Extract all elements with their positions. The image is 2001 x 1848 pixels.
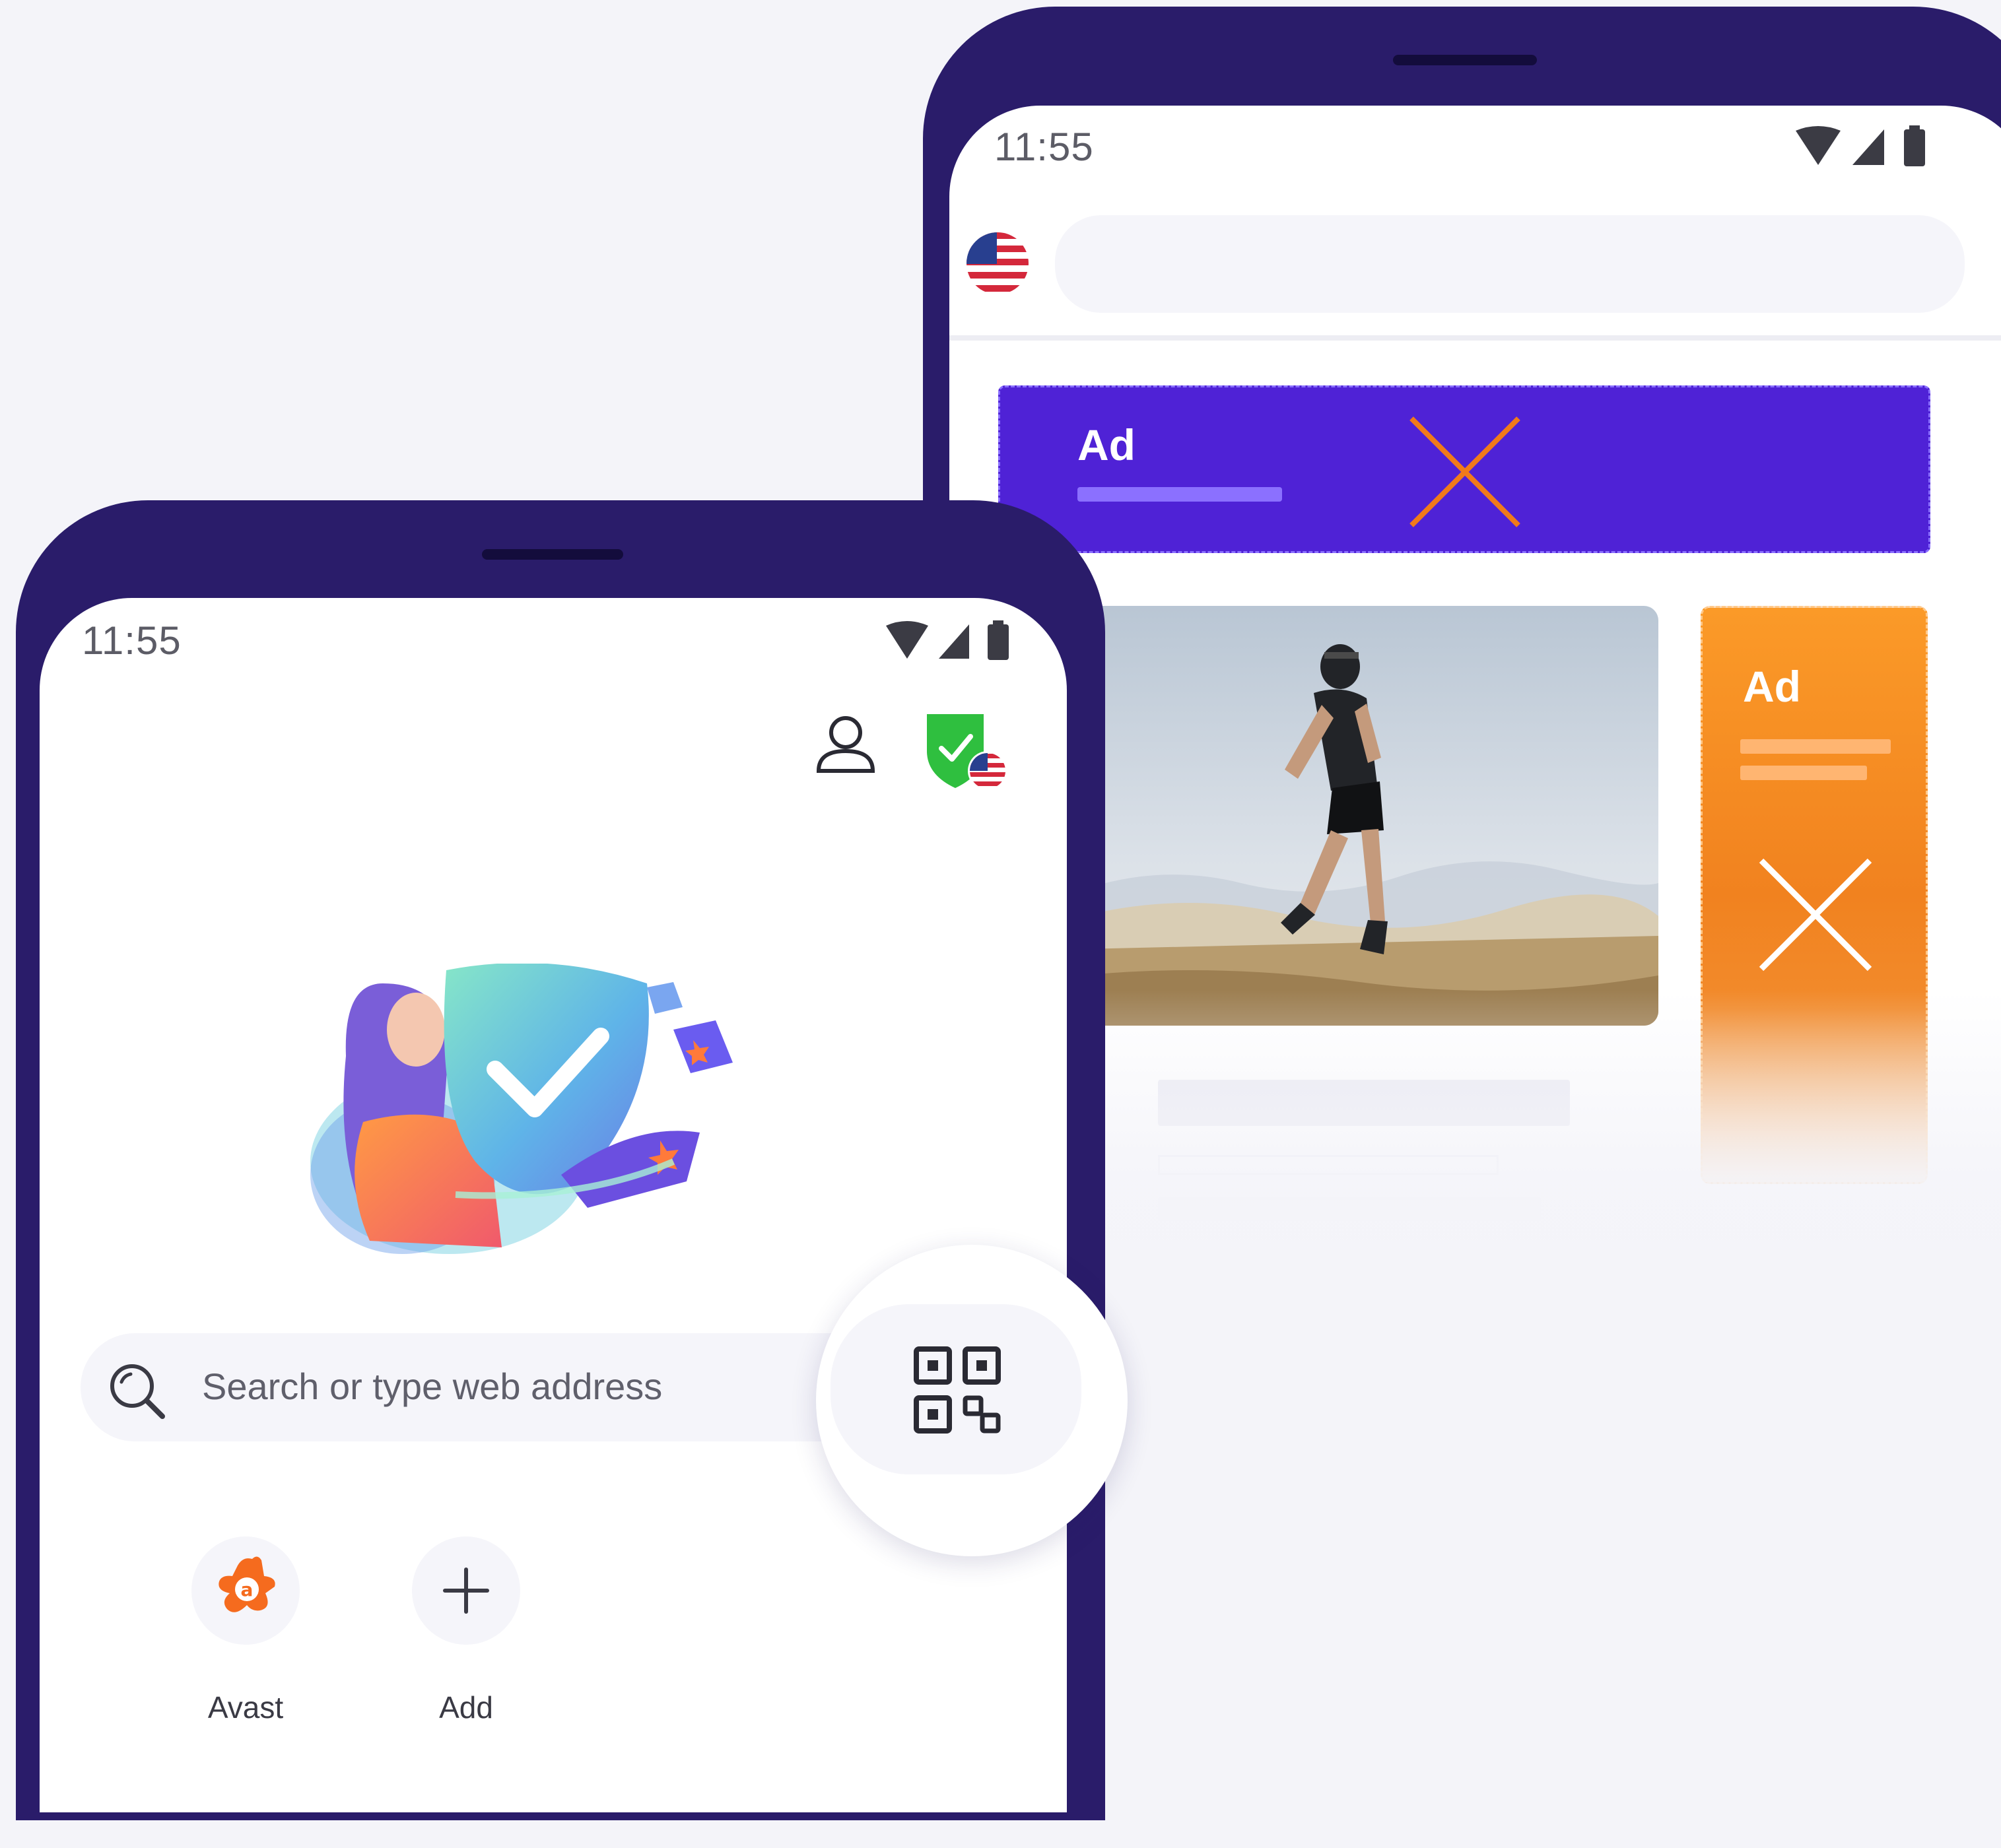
front-status-icons	[886, 620, 1009, 660]
side-ad-text-line-2	[1740, 766, 1867, 780]
runner-photo[interactable]	[1083, 606, 1658, 1026]
banner-ad-text-line	[1077, 487, 1282, 502]
toolbar-divider	[949, 335, 2001, 341]
close-x-icon[interactable]	[1759, 858, 1872, 972]
close-x-icon[interactable]	[1409, 416, 1521, 528]
shortcut-avast[interactable]: a	[191, 1536, 300, 1645]
side-ad-text-line-1	[1740, 739, 1891, 754]
search-input[interactable]: Search or type web address	[202, 1365, 662, 1408]
battery-icon	[988, 620, 1009, 660]
user-icon[interactable]	[815, 713, 877, 775]
wifi-icon	[886, 621, 928, 659]
shortcut-add-label: Add	[439, 1690, 493, 1725]
battery-icon	[1904, 125, 1925, 166]
us-flag-icon[interactable]	[967, 232, 1029, 294]
plus-icon	[443, 1568, 489, 1614]
status-time: 11:55	[82, 618, 182, 663]
shield-check-icon[interactable]	[922, 710, 1011, 793]
search-icon	[110, 1364, 165, 1419]
address-bar[interactable]	[1055, 215, 1965, 313]
status-time: 11:55	[994, 125, 1094, 169]
woman-holding-shield-illustration	[310, 964, 733, 1254]
side-ad-label: Ad	[1743, 662, 1801, 711]
signal-icon	[1852, 129, 1884, 165]
wifi-icon	[1796, 126, 1841, 165]
front-phone-speaker	[482, 549, 623, 560]
signal-icon	[939, 624, 969, 659]
avast-logo-icon: a	[219, 1556, 275, 1612]
svg-text:a: a	[241, 1579, 254, 1600]
us-flag-icon	[968, 751, 1007, 791]
shortcut-add[interactable]	[412, 1536, 520, 1645]
qr-code-icon[interactable]	[914, 1346, 1001, 1434]
back-phone-speaker	[1393, 55, 1537, 65]
back-status-icons	[1796, 125, 1925, 166]
shortcut-avast-label: Avast	[207, 1690, 284, 1725]
banner-ad-label: Ad	[1077, 420, 1136, 469]
